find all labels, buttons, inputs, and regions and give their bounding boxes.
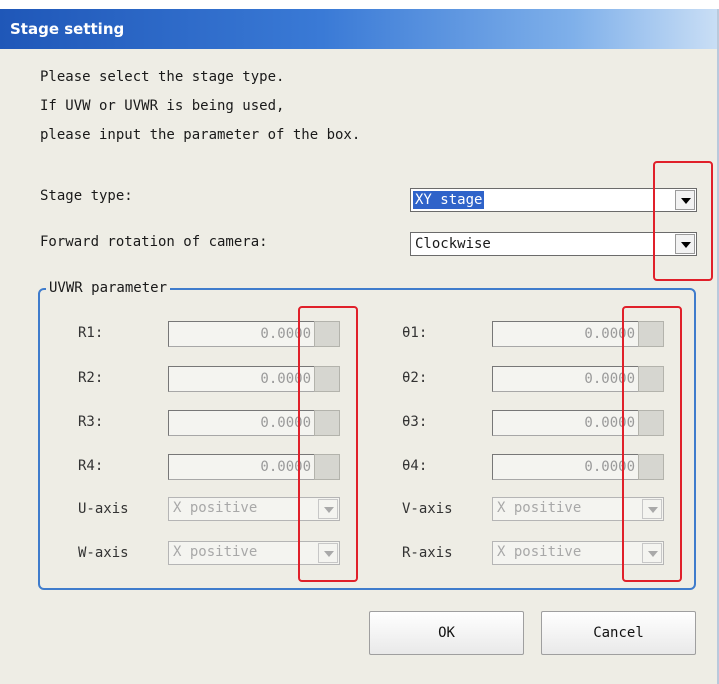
- u-axis-label: U-axis: [78, 501, 129, 517]
- theta3-field[interactable]: 0.0000: [492, 410, 640, 436]
- uvwr-group-label: UVWR parameter: [46, 279, 171, 297]
- top-strip: [0, 0, 719, 9]
- v-axis-label: V-axis: [402, 501, 453, 517]
- intro-line-3: please input the parameter of the box.: [40, 127, 361, 143]
- stage-type-label: Stage type:: [40, 188, 133, 204]
- r3-label: R3:: [78, 414, 104, 430]
- dialog-title: Stage setting: [0, 9, 717, 49]
- u-axis-value: X positive: [173, 500, 258, 516]
- cancel-button[interactable]: Cancel: [541, 611, 696, 655]
- r-axis-value: X positive: [497, 544, 582, 560]
- highlight-box-right-buttons: [622, 306, 682, 582]
- w-axis-label: W-axis: [78, 545, 129, 561]
- r2-field[interactable]: 0.0000: [168, 366, 316, 392]
- r1-field[interactable]: 0.0000: [168, 321, 316, 347]
- v-axis-value: X positive: [497, 500, 582, 516]
- ok-button[interactable]: OK: [369, 611, 524, 655]
- theta4-field[interactable]: 0.0000: [492, 454, 640, 480]
- r3-field[interactable]: 0.0000: [168, 410, 316, 436]
- r1-label: R1:: [78, 325, 104, 341]
- intro-line-2: If UVW or UVWR is being used,: [40, 98, 285, 114]
- highlight-box-combo-arrows: [653, 161, 713, 281]
- r4-label: R4:: [78, 458, 104, 474]
- r4-field[interactable]: 0.0000: [168, 454, 316, 480]
- intro-line-1: Please select the stage type.: [40, 69, 285, 85]
- theta1-label: θ1:: [402, 325, 428, 341]
- theta2-label: θ2:: [402, 370, 428, 386]
- theta4-label: θ4:: [402, 458, 428, 474]
- r2-label: R2:: [78, 370, 104, 386]
- theta3-label: θ3:: [402, 414, 428, 430]
- rotation-label: Forward rotation of camera:: [40, 234, 268, 250]
- stage-type-value: XY stage: [413, 191, 485, 209]
- w-axis-value: X positive: [173, 544, 258, 560]
- highlight-box-left-buttons: [298, 306, 358, 582]
- theta1-field[interactable]: 0.0000: [492, 321, 640, 347]
- theta2-field[interactable]: 0.0000: [492, 366, 640, 392]
- r-axis-label: R-axis: [402, 545, 453, 561]
- rotation-value: Clockwise: [415, 236, 491, 252]
